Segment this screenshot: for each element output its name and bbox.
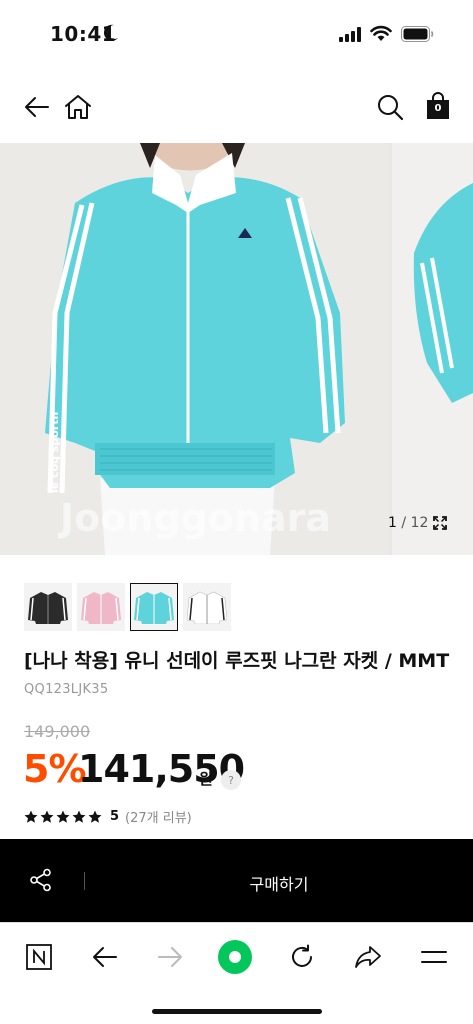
refresh-icon [292,944,312,967]
naver-home-button[interactable] [22,940,56,974]
moon-icon [103,24,118,41]
cart-button[interactable]: 0 [423,92,453,122]
star-icon [56,810,70,823]
menu-button[interactable] [417,940,451,974]
product-next-image[interactable] [392,143,473,555]
price-help-icon[interactable]: ? [221,770,241,790]
wifi-icon [370,25,392,41]
status-bar: 10:41 [0,0,473,70]
share-page-button[interactable] [351,940,385,974]
browser-toolbar [0,922,473,1024]
home-button[interactable] [63,92,93,122]
jacket-thumb-white [187,591,227,624]
browser-forward-button[interactable] [153,940,187,974]
thumbnail-white[interactable] [183,583,231,631]
star-icon [72,810,86,823]
color-thumbnails [24,583,231,631]
arrow-left-icon [25,97,49,117]
watermark-text: Joonggonara [57,496,331,540]
home-indicator [152,1009,322,1014]
arrow-left-icon [93,947,117,967]
product-code: QQ123LJK35 [24,682,109,697]
green-dot-button[interactable] [218,940,252,974]
page-separator: / [401,515,407,531]
star-icon [88,810,102,823]
home-icon [65,95,91,119]
jacket-thumb-black [28,592,68,624]
battery-icon [401,26,434,42]
arrow-right-icon [158,947,182,967]
app-header: 0 [0,70,473,143]
share-arrow-icon [355,946,381,968]
jacket-thumb-mint [134,592,174,624]
thumbnail-black[interactable] [24,583,72,631]
sleeve-text: le coq sportif [48,411,61,493]
total-pages: 12 [410,515,429,531]
star-icon [40,810,54,823]
product-title: [나나 착용] 유니 선데이 루즈핏 나그란 자켓 / MMT [24,650,450,672]
star-rating [24,810,102,824]
thumbnail-pink[interactable] [77,583,125,631]
rating-summary[interactable]: 5 (27개 리뷰) [24,807,192,826]
discount-rate: 5% [23,747,87,791]
sale-price: 141,550 [78,747,245,791]
original-price: 149,000 [24,722,91,741]
expand-icon[interactable] [433,516,447,530]
search-icon [378,95,404,121]
share-button[interactable] [29,868,53,896]
cart-count-badge: 0 [434,103,442,114]
image-page-indicator: 1 / 12 [388,515,428,531]
star-icon [24,810,38,823]
refresh-button[interactable] [285,940,319,974]
hamburger-menu-icon [421,951,447,963]
product-main-image[interactable]: Joonggonara le coq sportif [0,143,390,555]
jacket-thumb-pink [81,592,121,624]
purchase-bar: 구매하기 [0,839,473,922]
back-button[interactable] [22,92,52,122]
share-icon [30,868,51,892]
naver-n-icon [26,944,52,970]
rating-score: 5 [110,809,120,824]
green-dot-icon [218,940,252,974]
product-image-gallery[interactable]: Joonggonara le coq sportif 1 / 12 [0,143,473,555]
review-count[interactable]: (27개 리뷰) [125,807,192,826]
thumbnail-mint[interactable] [130,583,178,631]
browser-back-button[interactable] [88,940,122,974]
buy-button[interactable]: 구매하기 [85,871,473,895]
signal-icon [339,27,361,42]
search-button[interactable] [375,92,405,122]
currency-label: 원 [199,770,213,788]
current-page: 1 [388,515,397,531]
